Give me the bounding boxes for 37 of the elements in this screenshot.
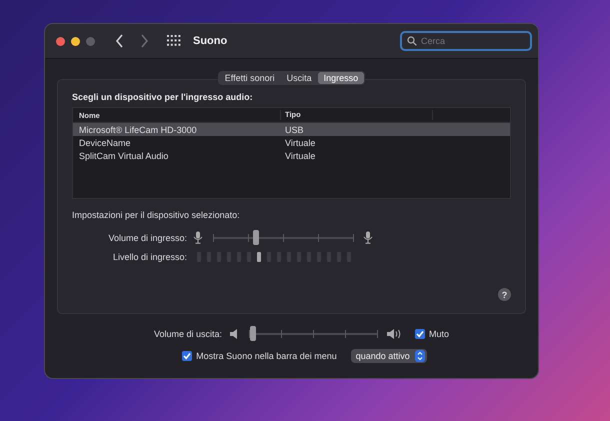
device-row[interactable]: DeviceName Virtuale [73, 136, 510, 149]
slider-thumb[interactable] [250, 326, 256, 341]
settings-heading: Impostazioni per il dispositivo selezionato: [72, 210, 241, 220]
help-button[interactable]: ? [498, 288, 511, 301]
input-level-label: Livello di ingresso: [112, 252, 187, 262]
tab[interactable]: Effetti sonori [218, 72, 281, 84]
device-name: DeviceName [78, 138, 132, 148]
device-row[interactable]: Microsoft® LifeCam HD-3000 USB [73, 123, 510, 136]
input-volume-label: Volume di ingresso: [107, 232, 187, 242]
slider-thumb[interactable] [253, 230, 260, 245]
stepper-icon [414, 350, 425, 362]
mute-label: Muto [429, 328, 450, 338]
show-in-menu-label: Mostra Suono nella barra dei menu [196, 350, 337, 360]
grid-icon[interactable] [167, 35, 181, 47]
device-type: USB [284, 124, 305, 134]
device-row[interactable]: SplitCam Virtual Audio Virtuale [73, 149, 510, 162]
tab[interactable]: Uscita [280, 72, 318, 84]
search-icon [407, 36, 417, 46]
close-icon[interactable] [56, 36, 65, 46]
speaker-icon [230, 328, 240, 338]
window-title: Suono [193, 35, 228, 47]
forward-icon[interactable] [139, 34, 149, 48]
device-name: Microsoft® LifeCam HD-3000 [78, 124, 198, 134]
show-in-menu-checkbox[interactable] [182, 350, 192, 360]
back-icon[interactable] [115, 34, 125, 48]
microphone-icon [193, 231, 203, 244]
device-name: SplitCam Virtual Audio [78, 150, 170, 160]
visibility-dropdown[interactable]: quando attivo [350, 348, 427, 362]
device-type: Virtuale [284, 150, 316, 160]
minimize-icon[interactable] [71, 36, 80, 46]
tab[interactable]: Ingresso [318, 72, 364, 84]
microphone-icon [363, 231, 373, 244]
device-type: Virtuale [284, 138, 316, 148]
search-field[interactable]: Cerca [400, 31, 532, 51]
mute-checkbox[interactable] [415, 328, 426, 338]
output-volume-label: Volume di uscita: [154, 328, 222, 338]
section-heading: Scegli un dispositivo per l'ingresso audio: [72, 92, 254, 102]
